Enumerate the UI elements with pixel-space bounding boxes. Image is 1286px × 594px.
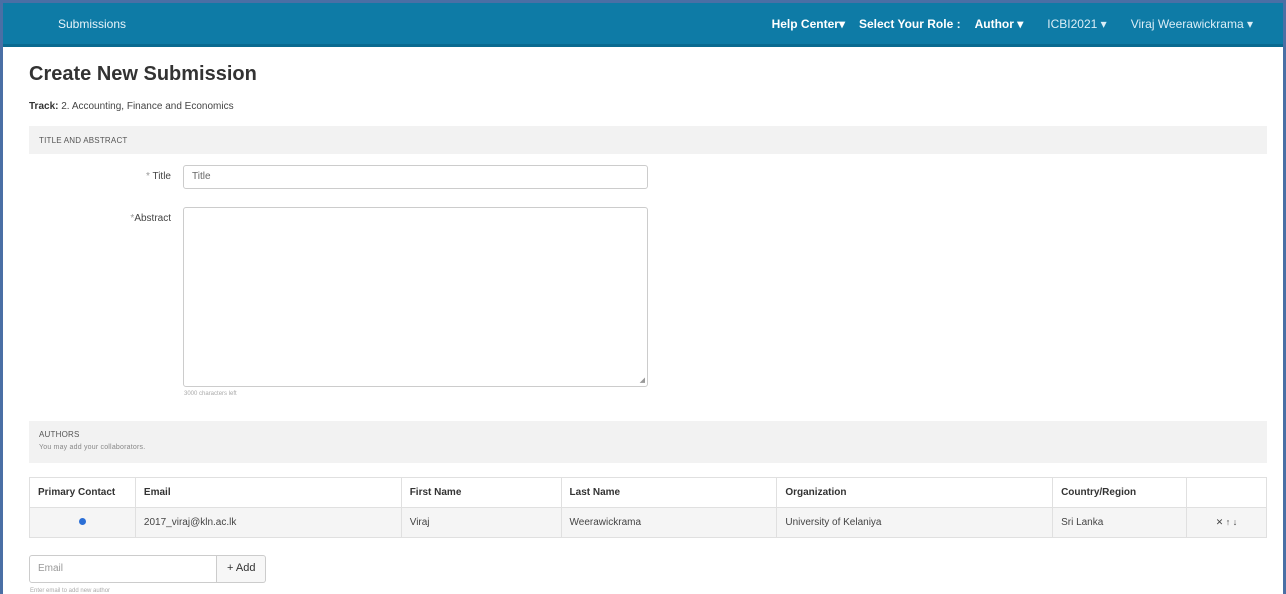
- author-first-name[interactable]: Viraj: [400, 507, 562, 538]
- conference-menu[interactable]: ICBI2021 ▾: [1047, 17, 1106, 31]
- page-title: Create New Submission: [29, 63, 257, 85]
- abstract-label: *Abstract: [103, 213, 171, 224]
- col-last-name: Last Name: [560, 477, 778, 508]
- new-author-email-input[interactable]: Email: [29, 555, 217, 583]
- track-value: 2. Accounting, Finance and Economics: [61, 101, 234, 112]
- track-label: Track:: [29, 101, 59, 112]
- col-primary-contact: Primary Contact: [29, 477, 136, 508]
- top-navbar: Submissions Help Center▾ Select Your Rol…: [3, 3, 1283, 47]
- authors-header-subtext: You may add your collaborators.: [39, 444, 146, 451]
- table-row: 2017_viraj@kln.ac.lk Viraj Weerawickrama…: [29, 507, 1267, 538]
- row-action-icons[interactable]: ✕ ↑ ↓: [1186, 507, 1267, 538]
- track-line: Track: 2. Accounting, Finance and Econom…: [29, 101, 234, 112]
- user-label: Viraj Weerawickrama: [1130, 17, 1244, 31]
- authors-section-header: AUTHORS You may add your collaborators.: [29, 421, 1267, 463]
- abstract-label-text: Abstract: [134, 213, 171, 224]
- role-label: Author: [974, 17, 1014, 31]
- select-role-label: Select Your Role :: [858, 17, 961, 31]
- title-label: * Title: [123, 171, 171, 182]
- user-menu[interactable]: Viraj Weerawickrama ▾: [1131, 17, 1253, 31]
- add-author-button[interactable]: + Add: [217, 555, 267, 583]
- nav-submissions-link[interactable]: Submissions: [58, 17, 126, 31]
- author-country[interactable]: Sri Lanka: [1052, 507, 1187, 538]
- chevron-down-icon: ▾: [1100, 17, 1107, 31]
- authors-table-header-row: Primary Contact Email First Name Last Na…: [29, 477, 1267, 508]
- add-author-hint: Enter email to add new author: [30, 588, 111, 594]
- add-author-group: Email + Add: [29, 555, 267, 583]
- chevron-down-icon: ▾: [1246, 17, 1253, 31]
- col-first-name: First Name: [400, 477, 562, 508]
- role-menu[interactable]: Author ▾: [975, 17, 1024, 31]
- col-actions: [1186, 477, 1267, 508]
- abstract-textarea[interactable]: ◢: [183, 207, 648, 387]
- author-last-name[interactable]: Weerawickrama: [560, 507, 778, 538]
- title-label-text: Title: [152, 171, 171, 182]
- title-input[interactable]: Title: [183, 165, 648, 189]
- col-email: Email: [134, 477, 402, 508]
- help-center-menu[interactable]: Help Center▾: [772, 17, 845, 31]
- primary-contact-cell: [29, 507, 136, 538]
- abstract-character-counter: 3000 characters left: [184, 391, 237, 397]
- help-center-label: Help Center: [771, 17, 839, 31]
- primary-contact-radio[interactable]: [78, 518, 86, 525]
- required-mark: *: [145, 171, 150, 182]
- authors-header-title: AUTHORS: [39, 430, 80, 439]
- conference-label: ICBI2021: [1047, 17, 1098, 31]
- authors-table: Primary Contact Email First Name Last Na…: [29, 477, 1267, 538]
- nav-right-group: Help Center▾ Select Your Role : Author ▾…: [758, 17, 1253, 31]
- browser-frame: Submissions Help Center▾ Select Your Rol…: [0, 0, 1286, 594]
- author-email[interactable]: 2017_viraj@kln.ac.lk: [134, 507, 402, 538]
- col-country: Country/Region: [1052, 477, 1187, 508]
- resize-handle-icon[interactable]: ◢: [640, 376, 645, 384]
- chevron-down-icon: ▾: [838, 17, 845, 31]
- col-organization: Organization: [776, 477, 1054, 508]
- chevron-down-icon: ▾: [1017, 17, 1024, 31]
- title-abstract-section-header: TITLE AND ABSTRACT: [29, 126, 1267, 154]
- author-organization[interactable]: University of Kelaniya: [776, 507, 1054, 538]
